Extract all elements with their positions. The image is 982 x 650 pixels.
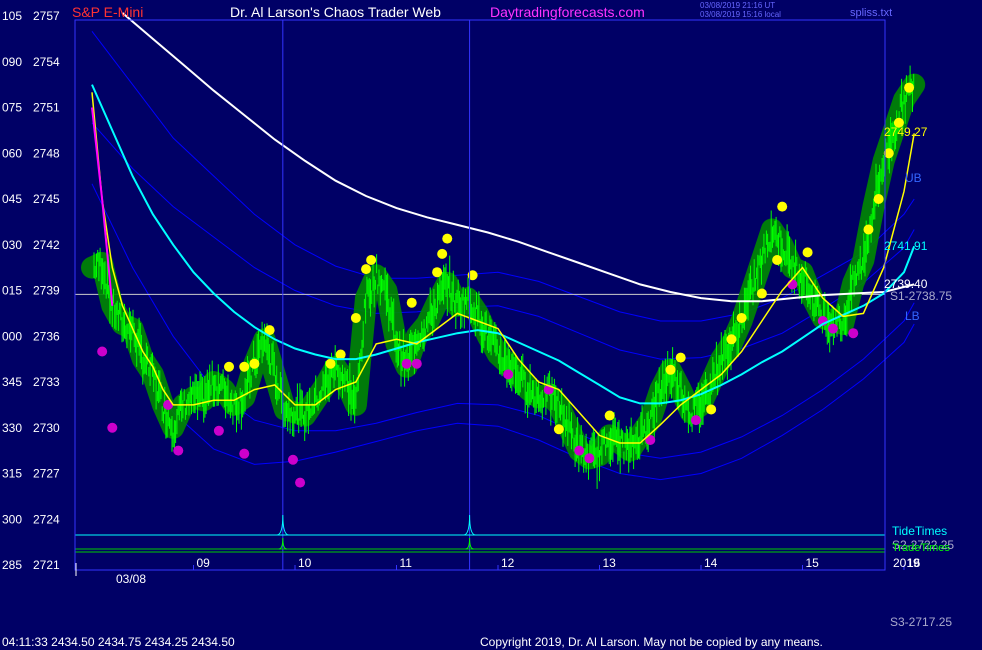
pivot-label: S1-2738.75	[890, 289, 952, 303]
down-highlight-dot	[574, 445, 585, 456]
x-tick-label: 14	[704, 556, 718, 570]
year-label: 2019	[893, 556, 920, 570]
y-tick-degree: 315	[2, 467, 22, 481]
up-highlight-dot	[442, 233, 453, 244]
y-tick-price: 2754	[33, 55, 60, 69]
up-highlight-dot	[350, 312, 361, 323]
chart-canvas: 105 2757 090 2754 075 2751 060 2748 045 2745 030 27…	[0, 0, 982, 650]
up-highlight-dot	[249, 358, 260, 369]
y-tick-degree: 345	[2, 375, 22, 389]
fast-ma-last-value: 2749.27	[884, 125, 928, 139]
down-highlight-dot	[295, 477, 306, 488]
down-highlight-dot	[401, 358, 412, 369]
y-tick-degree: 105	[2, 9, 22, 23]
y-tick-degree: 330	[2, 421, 22, 435]
y-tick-degree: 015	[2, 284, 22, 298]
y-tick-degree: 075	[2, 101, 22, 115]
down-highlight-dot	[239, 448, 250, 459]
y-tick-degree: 000	[2, 329, 22, 343]
y-tick-price: 2745	[33, 192, 60, 206]
quote-readout: 04:11:33 2434.50 2434.75 2434.25 2434.50	[2, 635, 235, 649]
up-highlight-dot	[706, 404, 717, 415]
site-url[interactable]: Daytradingforecasts.com	[490, 4, 645, 20]
y-tick-degree: 030	[2, 238, 22, 252]
lower-band-label: LB	[905, 309, 920, 323]
up-highlight-dot	[863, 224, 874, 235]
up-highlight-dot	[736, 312, 747, 323]
down-highlight-dot	[787, 279, 798, 290]
upper-band-label: UB	[905, 171, 922, 185]
s3-label: S3-2717.25	[890, 615, 952, 629]
up-highlight-dot	[406, 297, 417, 308]
up-highlight-dot	[239, 361, 250, 372]
x-tick-label: 12	[501, 556, 515, 570]
y-tick-price: 2748	[33, 146, 60, 160]
y-tick-price: 2736	[33, 329, 60, 343]
down-highlight-dot	[690, 415, 701, 426]
down-highlight-dot	[503, 369, 514, 380]
instrument-title: S&P E-Mini	[72, 4, 143, 20]
y-tick-price: 2733	[33, 375, 60, 389]
y-tick-price: 2721	[33, 558, 60, 572]
timestamp-local: 03/08/2019 15:16 local	[700, 10, 781, 19]
up-highlight-dot	[432, 267, 443, 278]
y-tick-price: 2742	[33, 238, 60, 252]
x-tick-label: 15	[806, 556, 820, 570]
up-highlight-dot	[904, 82, 915, 93]
down-highlight-dot	[213, 425, 224, 436]
y-tick-degree: 090	[2, 55, 22, 69]
up-highlight-dot	[675, 352, 686, 363]
up-highlight-dot	[665, 364, 676, 375]
down-highlight-dot	[848, 328, 859, 339]
down-highlight-dot	[107, 422, 118, 433]
up-highlight-dot	[777, 201, 788, 212]
down-highlight-dot	[97, 346, 108, 357]
down-highlight-dot	[584, 453, 595, 464]
site-title: Dr. Al Larson's Chaos Trader Web	[230, 4, 441, 20]
y-tick-price: 2757	[33, 9, 60, 23]
up-highlight-dot	[224, 361, 235, 372]
x-tick-label: 13	[603, 556, 617, 570]
date-label: 03/08	[116, 572, 146, 586]
mid-ma-last-value: 2741.91	[884, 239, 928, 253]
up-highlight-dot	[604, 410, 615, 421]
x-tick-label: 10	[298, 556, 312, 570]
timestamp-utc: 03/08/2019 21:16 UT	[700, 1, 775, 10]
trade-times-label: TradeTimes	[892, 542, 950, 554]
up-highlight-dot	[756, 288, 767, 299]
up-highlight-dot	[873, 194, 884, 204]
y-tick-degree: 060	[2, 146, 22, 160]
up-highlight-dot	[726, 334, 737, 345]
y-tick-price: 2730	[33, 421, 60, 435]
x-tick-label: 09	[197, 556, 211, 570]
y-tick-degree: 300	[2, 512, 22, 526]
y-tick-degree: 285	[2, 558, 22, 572]
up-highlight-dot	[366, 255, 377, 265]
down-highlight-dot	[287, 454, 298, 465]
up-highlight-dot	[802, 247, 813, 258]
tide-times-label: TideTimes	[892, 524, 947, 538]
down-highlight-dot	[173, 445, 184, 456]
y-tick-price: 2724	[33, 512, 60, 526]
copyright: Copyright 2019, Dr. Al Larson. May not b…	[480, 635, 823, 649]
y-tick-price: 2739	[33, 284, 60, 298]
up-highlight-dot	[361, 264, 372, 275]
down-highlight-dot	[827, 323, 838, 334]
up-highlight-dot	[553, 424, 564, 435]
y-tick-price: 2727	[33, 467, 60, 481]
up-highlight-dot	[325, 358, 336, 369]
file-name: spliss.txt	[850, 7, 892, 19]
up-highlight-dot	[437, 248, 448, 259]
up-highlight-dot	[772, 255, 783, 265]
y-tick-degree: 045	[2, 192, 22, 206]
y-tick-price: 2751	[33, 101, 60, 115]
up-highlight-dot	[335, 349, 346, 360]
x-tick-label: 11	[400, 556, 413, 570]
down-highlight-dot	[411, 358, 422, 369]
